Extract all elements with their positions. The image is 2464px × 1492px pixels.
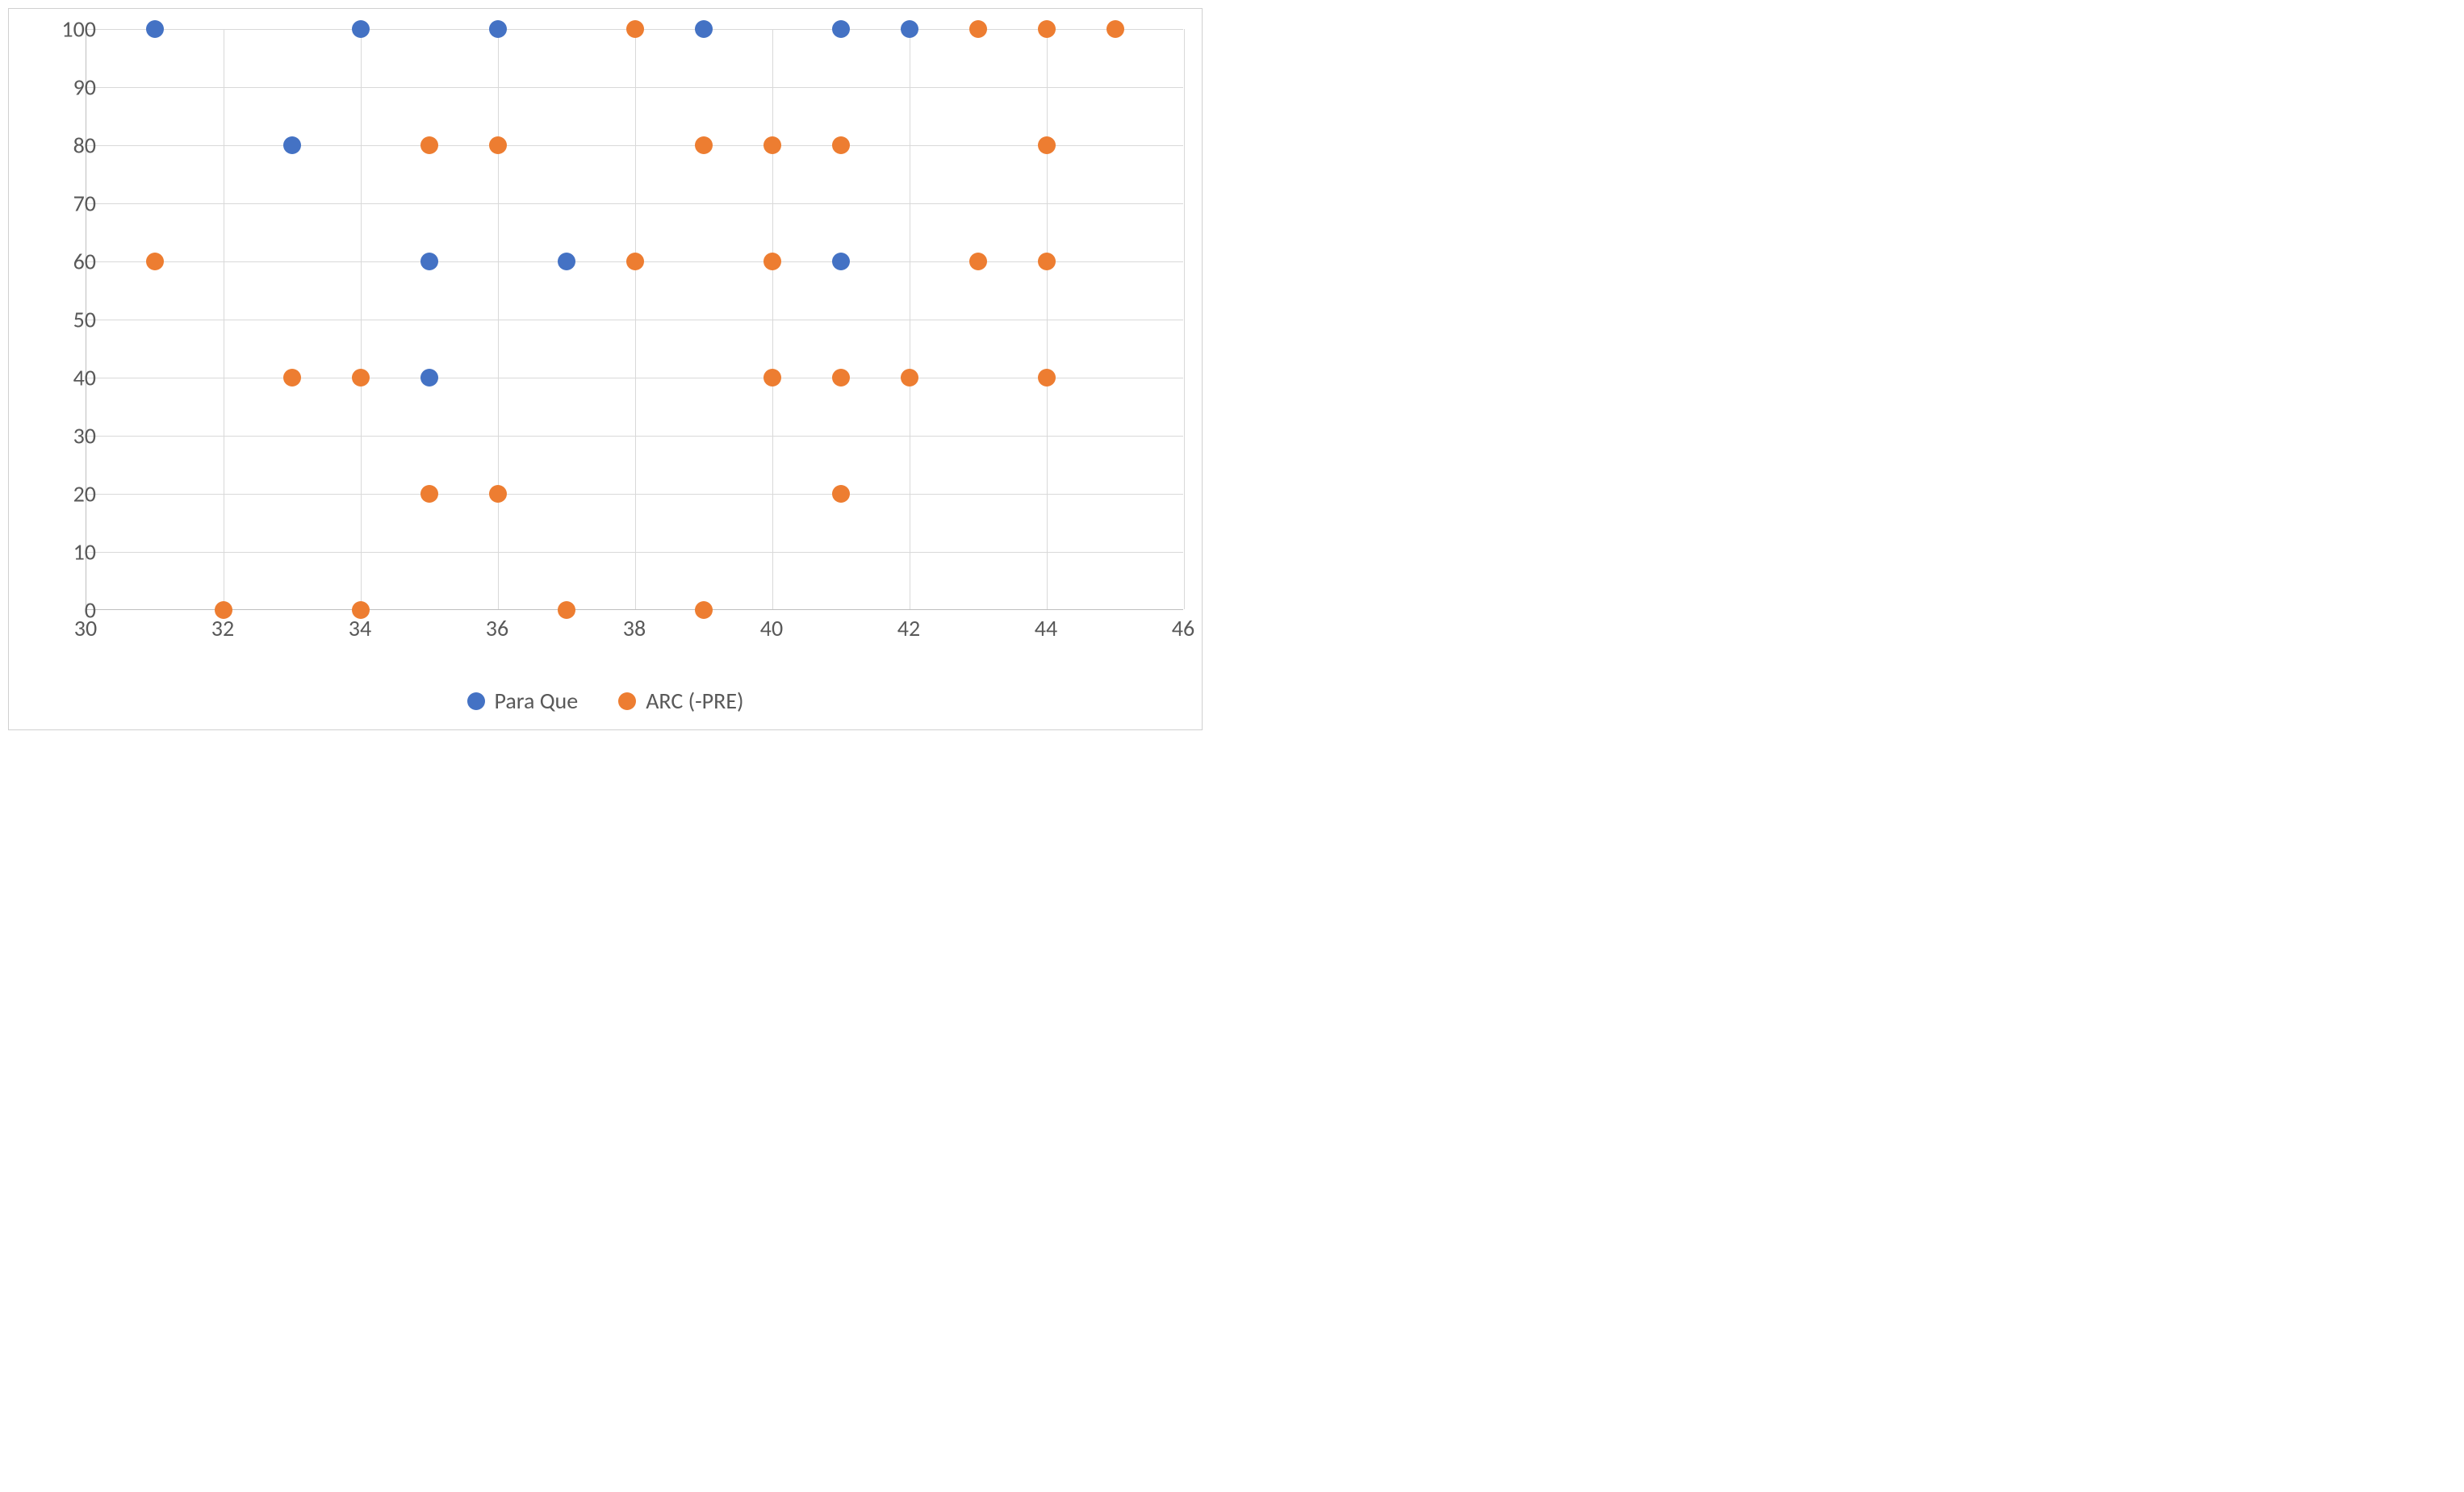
data-point (763, 136, 781, 154)
x-tick-label: 34 (336, 614, 384, 642)
data-point (832, 20, 850, 38)
data-point (558, 601, 575, 619)
data-point (695, 136, 713, 154)
data-point (420, 369, 438, 387)
data-point (1038, 136, 1056, 154)
gridline-horizontal (86, 436, 1183, 437)
data-point (352, 20, 370, 38)
data-point (146, 253, 164, 270)
data-point (695, 20, 713, 38)
data-point (901, 20, 918, 38)
legend-item-para-que: Para Que (467, 687, 579, 715)
data-point (695, 601, 713, 619)
y-tick-label: 50 (52, 306, 96, 334)
gridline-horizontal (86, 203, 1183, 204)
gridline-horizontal (86, 87, 1183, 88)
scatter-chart: 3032343638404244460102030405060708090100… (8, 8, 1203, 730)
data-point (283, 136, 301, 154)
data-point (832, 253, 850, 270)
data-point (626, 20, 644, 38)
legend-marker-icon (618, 692, 636, 710)
data-point (901, 369, 918, 387)
y-tick-label: 0 (52, 596, 96, 625)
gridline-horizontal (86, 494, 1183, 495)
plot-area (86, 29, 1183, 610)
x-tick-label: 40 (747, 614, 796, 642)
y-tick-label: 100 (52, 15, 96, 44)
legend: Para Que ARC (-PRE) (9, 687, 1202, 715)
y-tick-label: 20 (52, 480, 96, 508)
y-tick-label: 60 (52, 248, 96, 276)
legend-item-arc: ARC (-PRE) (618, 687, 743, 715)
data-point (969, 253, 987, 270)
x-tick-label: 38 (610, 614, 659, 642)
y-tick-label: 30 (52, 422, 96, 450)
data-point (1038, 253, 1056, 270)
data-point (352, 369, 370, 387)
data-point (763, 253, 781, 270)
data-point (1106, 20, 1124, 38)
gridline-horizontal (86, 145, 1183, 146)
data-point (1038, 20, 1056, 38)
data-point (489, 136, 507, 154)
data-point (763, 369, 781, 387)
data-point (420, 136, 438, 154)
data-point (558, 253, 575, 270)
x-tick-label: 46 (1159, 614, 1207, 642)
data-point (969, 20, 987, 38)
y-tick-label: 40 (52, 364, 96, 392)
x-tick-label: 32 (199, 614, 247, 642)
y-tick-label: 70 (52, 190, 96, 218)
x-tick-label: 44 (1022, 614, 1070, 642)
gridline-vertical (1184, 29, 1185, 609)
y-tick-label: 80 (52, 132, 96, 160)
data-point (489, 20, 507, 38)
data-point (146, 20, 164, 38)
data-point (489, 485, 507, 503)
y-tick-label: 10 (52, 538, 96, 566)
x-tick-label: 42 (885, 614, 933, 642)
data-point (626, 253, 644, 270)
legend-marker-icon (467, 692, 485, 710)
y-tick-label: 90 (52, 73, 96, 102)
data-point (832, 485, 850, 503)
gridline-horizontal (86, 552, 1183, 553)
x-tick-label: 36 (473, 614, 521, 642)
data-point (420, 253, 438, 270)
data-point (1038, 369, 1056, 387)
legend-label: Para Que (495, 687, 579, 715)
data-point (832, 369, 850, 387)
data-point (832, 136, 850, 154)
legend-label: ARC (-PRE) (646, 687, 743, 715)
data-point (283, 369, 301, 387)
data-point (420, 485, 438, 503)
